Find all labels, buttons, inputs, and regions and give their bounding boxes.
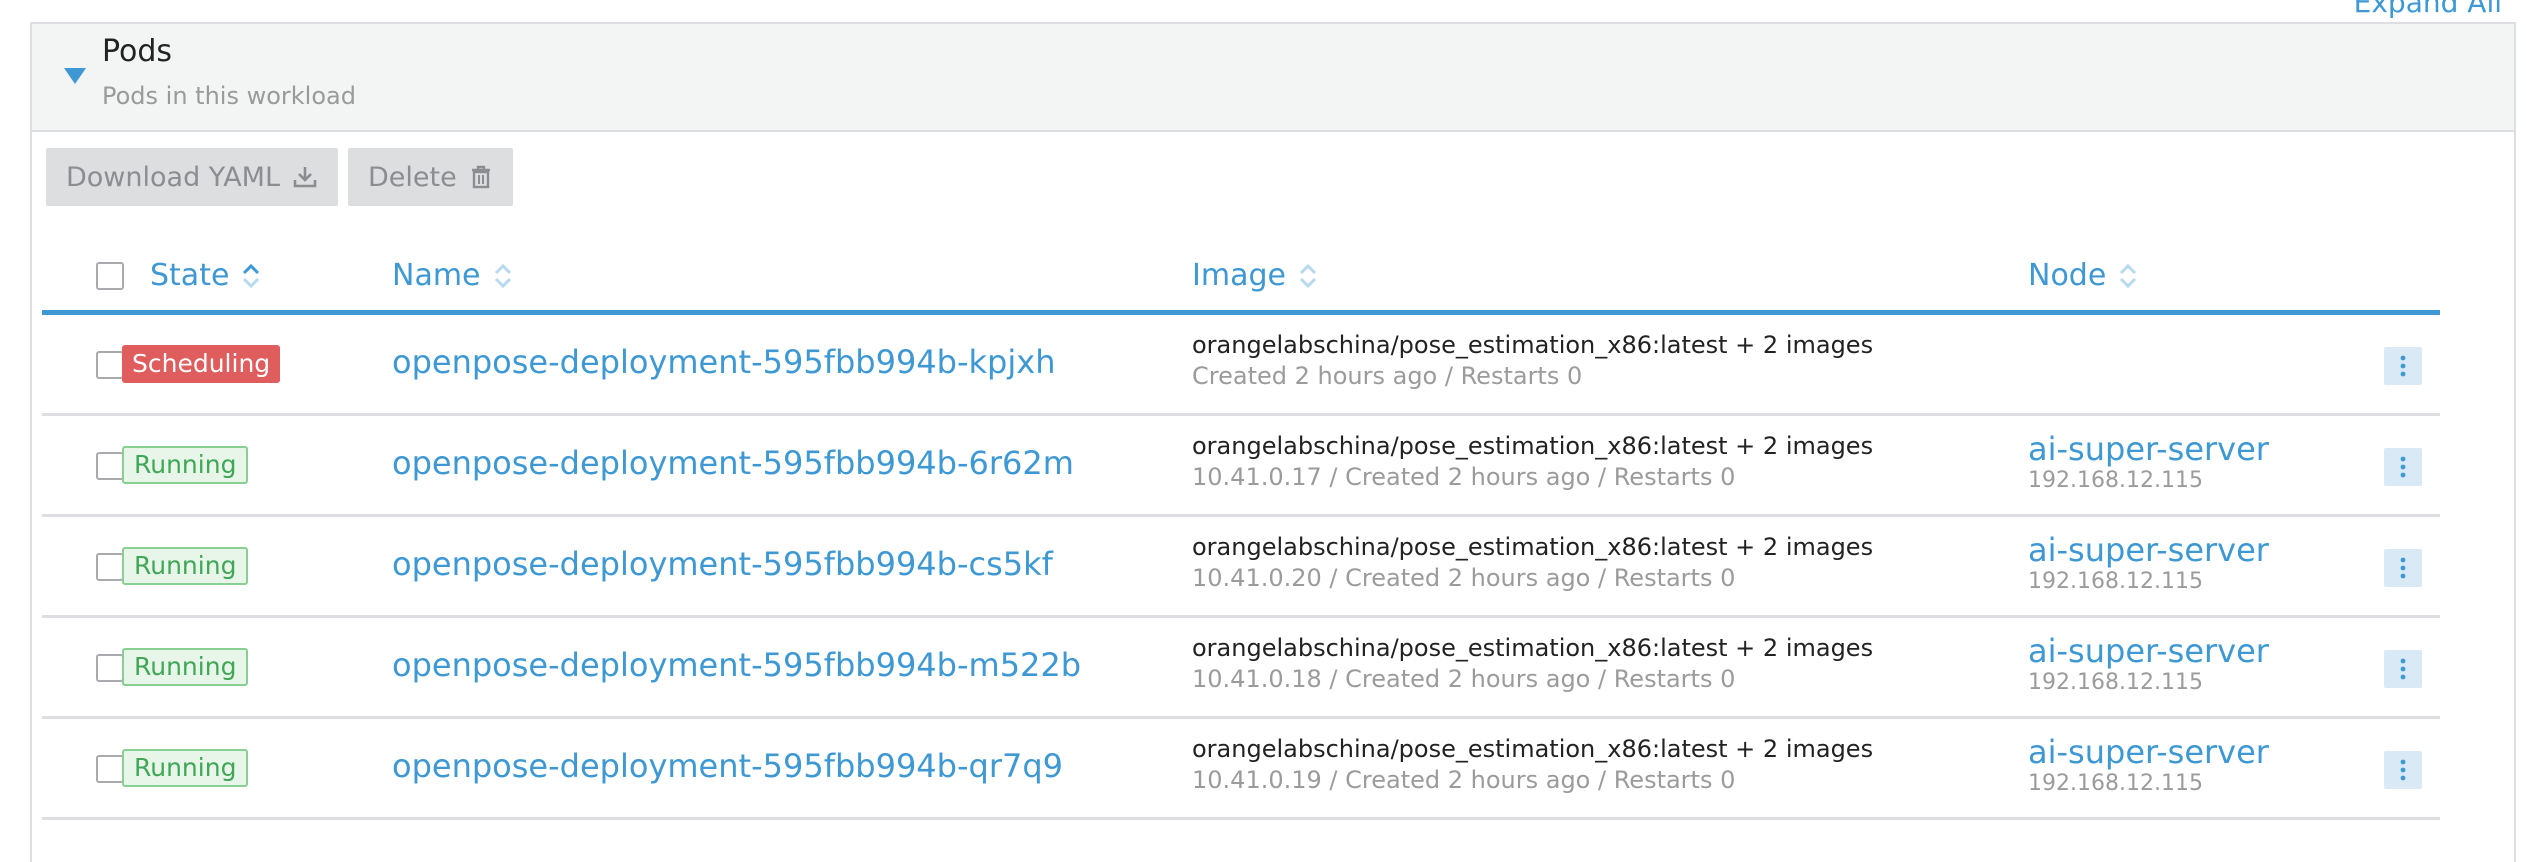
name-column-label: Name <box>392 258 481 293</box>
table-row: Running openpose-deployment-595fbb994b-6… <box>42 416 2440 517</box>
name-column-header[interactable]: Name <box>392 258 513 293</box>
table-row: Running openpose-deployment-595fbb994b-m… <box>42 618 2440 719</box>
state-column-header[interactable]: State <box>150 258 261 293</box>
node-ip: 192.168.12.115 <box>2028 771 2203 796</box>
kebab-menu-icon <box>2400 456 2406 478</box>
row-actions-button[interactable] <box>2384 549 2422 587</box>
sort-icon <box>1299 263 1317 288</box>
pod-details: 10.41.0.19 / Created 2 hours ago / Resta… <box>1192 766 1736 794</box>
node-ip: 192.168.12.115 <box>2028 569 2203 594</box>
status-badge: Running <box>122 648 249 686</box>
table-header: State Name Image Node <box>42 232 2440 315</box>
download-icon <box>293 167 317 188</box>
image-text: orangelabschina/pose_estimation_x86:late… <box>1192 735 1874 763</box>
trash-icon <box>471 165 490 189</box>
panel-title: Pods <box>102 34 173 69</box>
row-checkbox[interactable] <box>96 755 124 783</box>
row-actions-button[interactable] <box>2384 650 2422 688</box>
row-actions-button[interactable] <box>2384 347 2422 385</box>
pod-name-link[interactable]: openpose-deployment-595fbb994b-m522b <box>392 646 1081 684</box>
table-row: Running openpose-deployment-595fbb994b-q… <box>42 719 2440 820</box>
kebab-menu-icon <box>2400 759 2406 781</box>
row-checkbox[interactable] <box>96 654 124 682</box>
pods-table: State Name Image Node Scheduling openpos… <box>42 232 2440 820</box>
pod-name-link[interactable]: openpose-deployment-595fbb994b-kpjxh <box>392 343 1055 381</box>
row-checkbox[interactable] <box>96 553 124 581</box>
row-checkbox[interactable] <box>96 452 124 480</box>
pod-name-link[interactable]: openpose-deployment-595fbb994b-6r62m <box>392 444 1074 482</box>
table-row: Scheduling openpose-deployment-595fbb994… <box>42 315 2440 416</box>
sort-icon <box>2120 263 2137 288</box>
row-checkbox[interactable] <box>96 351 124 379</box>
delete-label: Delete <box>368 161 457 193</box>
pod-details: 10.41.0.17 / Created 2 hours ago / Resta… <box>1192 463 1736 491</box>
bulk-actions-toolbar: Download YAML Delete <box>46 148 513 206</box>
image-column-header[interactable]: Image <box>1192 258 1318 293</box>
node-ip: 192.168.12.115 <box>2028 468 2203 493</box>
download-yaml-label: Download YAML <box>66 161 280 193</box>
pods-panel-header[interactable]: Pods Pods in this workload <box>32 24 2514 132</box>
node-link[interactable]: ai-super-server <box>2028 531 2269 569</box>
node-link[interactable]: ai-super-server <box>2028 733 2269 771</box>
sort-icon <box>494 263 511 288</box>
table-row: Running openpose-deployment-595fbb994b-c… <box>42 517 2440 618</box>
image-column-label: Image <box>1192 258 1286 293</box>
pod-details: 10.41.0.18 / Created 2 hours ago / Resta… <box>1192 665 1736 693</box>
node-link[interactable]: ai-super-server <box>2028 632 2269 670</box>
pod-details: Created 2 hours ago / Restarts 0 <box>1192 362 1583 390</box>
node-column-label: Node <box>2028 258 2107 293</box>
image-text: orangelabschina/pose_estimation_x86:late… <box>1192 331 1874 359</box>
kebab-menu-icon <box>2400 658 2406 680</box>
node-ip: 192.168.12.115 <box>2028 670 2203 695</box>
image-text: orangelabschina/pose_estimation_x86:late… <box>1192 533 1874 561</box>
image-text: orangelabschina/pose_estimation_x86:late… <box>1192 432 1874 460</box>
pod-name-link[interactable]: openpose-deployment-595fbb994b-qr7q9 <box>392 747 1063 785</box>
status-badge: Running <box>122 446 249 484</box>
status-badge: Running <box>122 749 249 787</box>
status-badge: Scheduling <box>122 345 281 383</box>
node-link[interactable]: ai-super-server <box>2028 430 2269 468</box>
sort-asc-icon <box>243 263 260 288</box>
delete-button[interactable]: Delete <box>348 148 513 206</box>
row-actions-button[interactable] <box>2384 448 2422 486</box>
node-column-header[interactable]: Node <box>2028 258 2138 293</box>
caret-down-icon[interactable] <box>64 68 86 84</box>
status-badge: Running <box>122 547 249 585</box>
state-column-label: State <box>150 258 230 293</box>
row-actions-button[interactable] <box>2384 751 2422 789</box>
download-yaml-button[interactable]: Download YAML <box>46 148 338 206</box>
expand-all-link[interactable]: Expand All <box>2354 0 2502 19</box>
image-text: orangelabschina/pose_estimation_x86:late… <box>1192 634 1874 662</box>
kebab-menu-icon <box>2400 355 2406 377</box>
pod-name-link[interactable]: openpose-deployment-595fbb994b-cs5kf <box>392 545 1053 583</box>
kebab-menu-icon <box>2400 557 2406 579</box>
select-all-checkbox[interactable] <box>96 262 124 290</box>
pod-details: 10.41.0.20 / Created 2 hours ago / Resta… <box>1192 564 1736 592</box>
panel-subtitle: Pods in this workload <box>102 82 356 110</box>
